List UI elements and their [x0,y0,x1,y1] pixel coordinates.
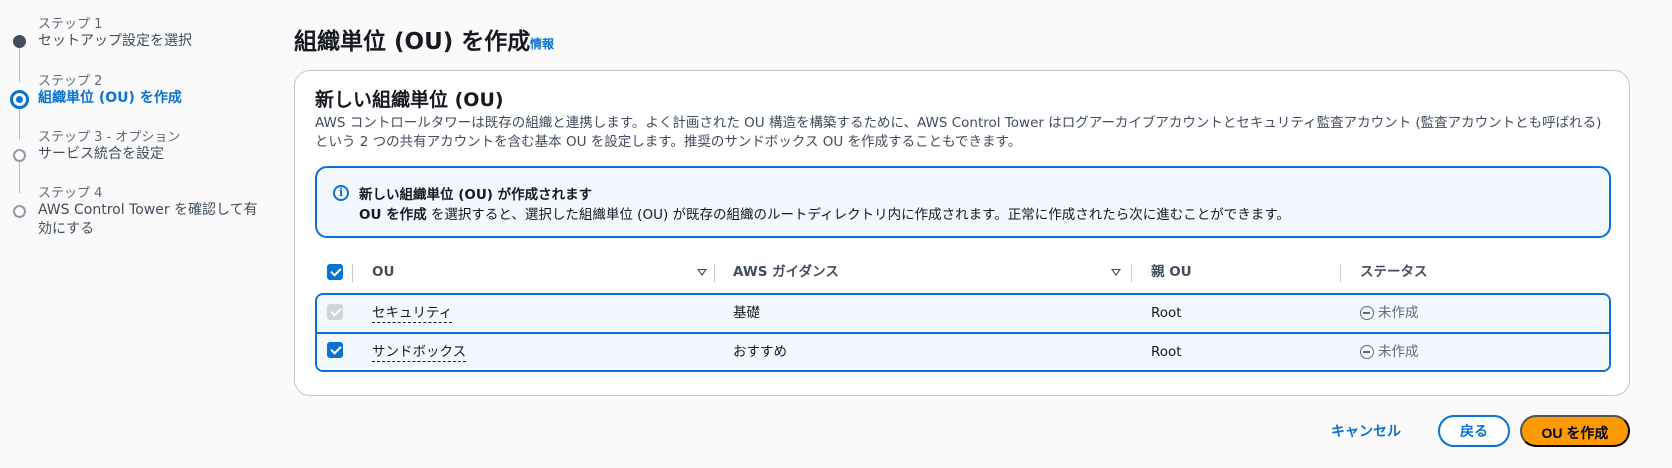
cell-guidance: 基礎 [733,305,760,321]
step-caption: ステップ 3 - オプション [38,130,181,145]
step-title[interactable]: セットアップ設定を選択 [38,32,268,51]
ou-name-link[interactable]: セキュリティ [372,305,453,323]
step-title: AWS Control Tower を確認して有効にする [38,202,258,237]
step-upcoming-icon [13,205,26,218]
create-ou-button[interactable]: OU を作成 [1520,415,1630,447]
step-title: 組織単位 (OU) を作成 [38,90,182,106]
info-alert: i 新しい組織単位 (OU) が作成されます OU を作成 を選択すると、選択し… [315,166,1611,238]
column-divider [352,264,353,282]
new-ou-container: 新しい組織単位 (OU) AWS コントロールタワーは既存の組織と連携します。よ… [294,70,1630,396]
status-not-created-icon [1360,306,1374,320]
stepper-connector [19,159,20,193]
cell-ou: サンドボックス [372,334,467,370]
status-text: 未作成 [1378,305,1419,321]
cell-status: 未作成 [1360,295,1419,331]
column-header-parent-ou: 親 OU [1151,264,1192,280]
table-body: セキュリティ 基礎 Root 未作成 サンドボックス おすすめ Root 未作成 [315,293,1611,372]
stepper-connector [19,48,20,82]
column-divider[interactable] [1131,264,1132,282]
cancel-button[interactable]: キャンセル [1331,416,1401,448]
cell-parent-ou: Root [1151,305,1182,321]
stepper-connector [19,106,20,140]
alert-body-bold: OU を作成 [359,207,427,223]
status-not-created-icon [1360,345,1374,359]
table-header: OU AWS ガイダンス 親 OU ステータス [315,256,1611,288]
row-checkbox-disabled [327,304,343,320]
page-title: 組織単位 (OU) を作成 [294,29,531,55]
info-link[interactable]: 情報 [530,35,554,52]
info-icon: i [333,185,349,201]
container-title: 新しい組織単位 (OU) [315,89,504,111]
column-header-status: ステータス [1360,264,1428,280]
cell-parent-ou: Root [1151,344,1182,360]
cell-status: 未作成 [1360,334,1419,370]
back-button[interactable]: 戻る [1438,415,1510,447]
alert-body: OU を作成 を選択すると、選択した組織単位 (OU) が既存の組織のルートディ… [359,203,1290,223]
alert-body-text: を選択すると、選択した組織単位 (OU) が既存の組織のルートディレクトリ内に作… [426,207,1290,223]
alert-title: 新しい組織単位 (OU) が作成されます [359,187,593,203]
step-caption: ステップ 4 [38,186,103,201]
column-header-guidance[interactable]: AWS ガイダンス [733,256,839,288]
step-complete-icon [13,35,26,48]
step-upcoming-icon [13,149,26,162]
step-caption: ステップ 1 [38,17,103,32]
cell-ou: セキュリティ [372,295,453,331]
ou-name-link[interactable]: サンドボックス [372,344,467,362]
cell-guidance: おすすめ [733,344,787,360]
select-all-checkbox[interactable] [327,264,343,280]
wizard-stepper: ステップ 1 セットアップ設定を選択 ステップ 2 組織単位 (OU) を作成 … [0,0,280,468]
step-caption: ステップ 2 [38,74,103,89]
step-title: サービス統合を設定 [38,146,164,162]
container-description: AWS コントロールタワーは既存の組織と連携します。よく計画された OU 構造を… [315,115,1602,150]
row-checkbox[interactable] [327,342,343,358]
sort-icon[interactable] [1109,264,1123,280]
step-current-icon [10,90,29,109]
table-row: セキュリティ 基礎 Root 未作成 [317,295,1609,331]
status-text: 未作成 [1378,344,1419,360]
table-row: サンドボックス おすすめ Root 未作成 [317,332,1609,368]
column-divider[interactable] [714,264,715,282]
ou-table: OU AWS ガイダンス 親 OU ステータス セキュリティ 基礎 Root 未… [315,256,1611,372]
column-divider[interactable] [1340,264,1341,282]
sort-icon[interactable] [695,264,709,280]
column-header-ou[interactable]: OU [372,256,394,288]
